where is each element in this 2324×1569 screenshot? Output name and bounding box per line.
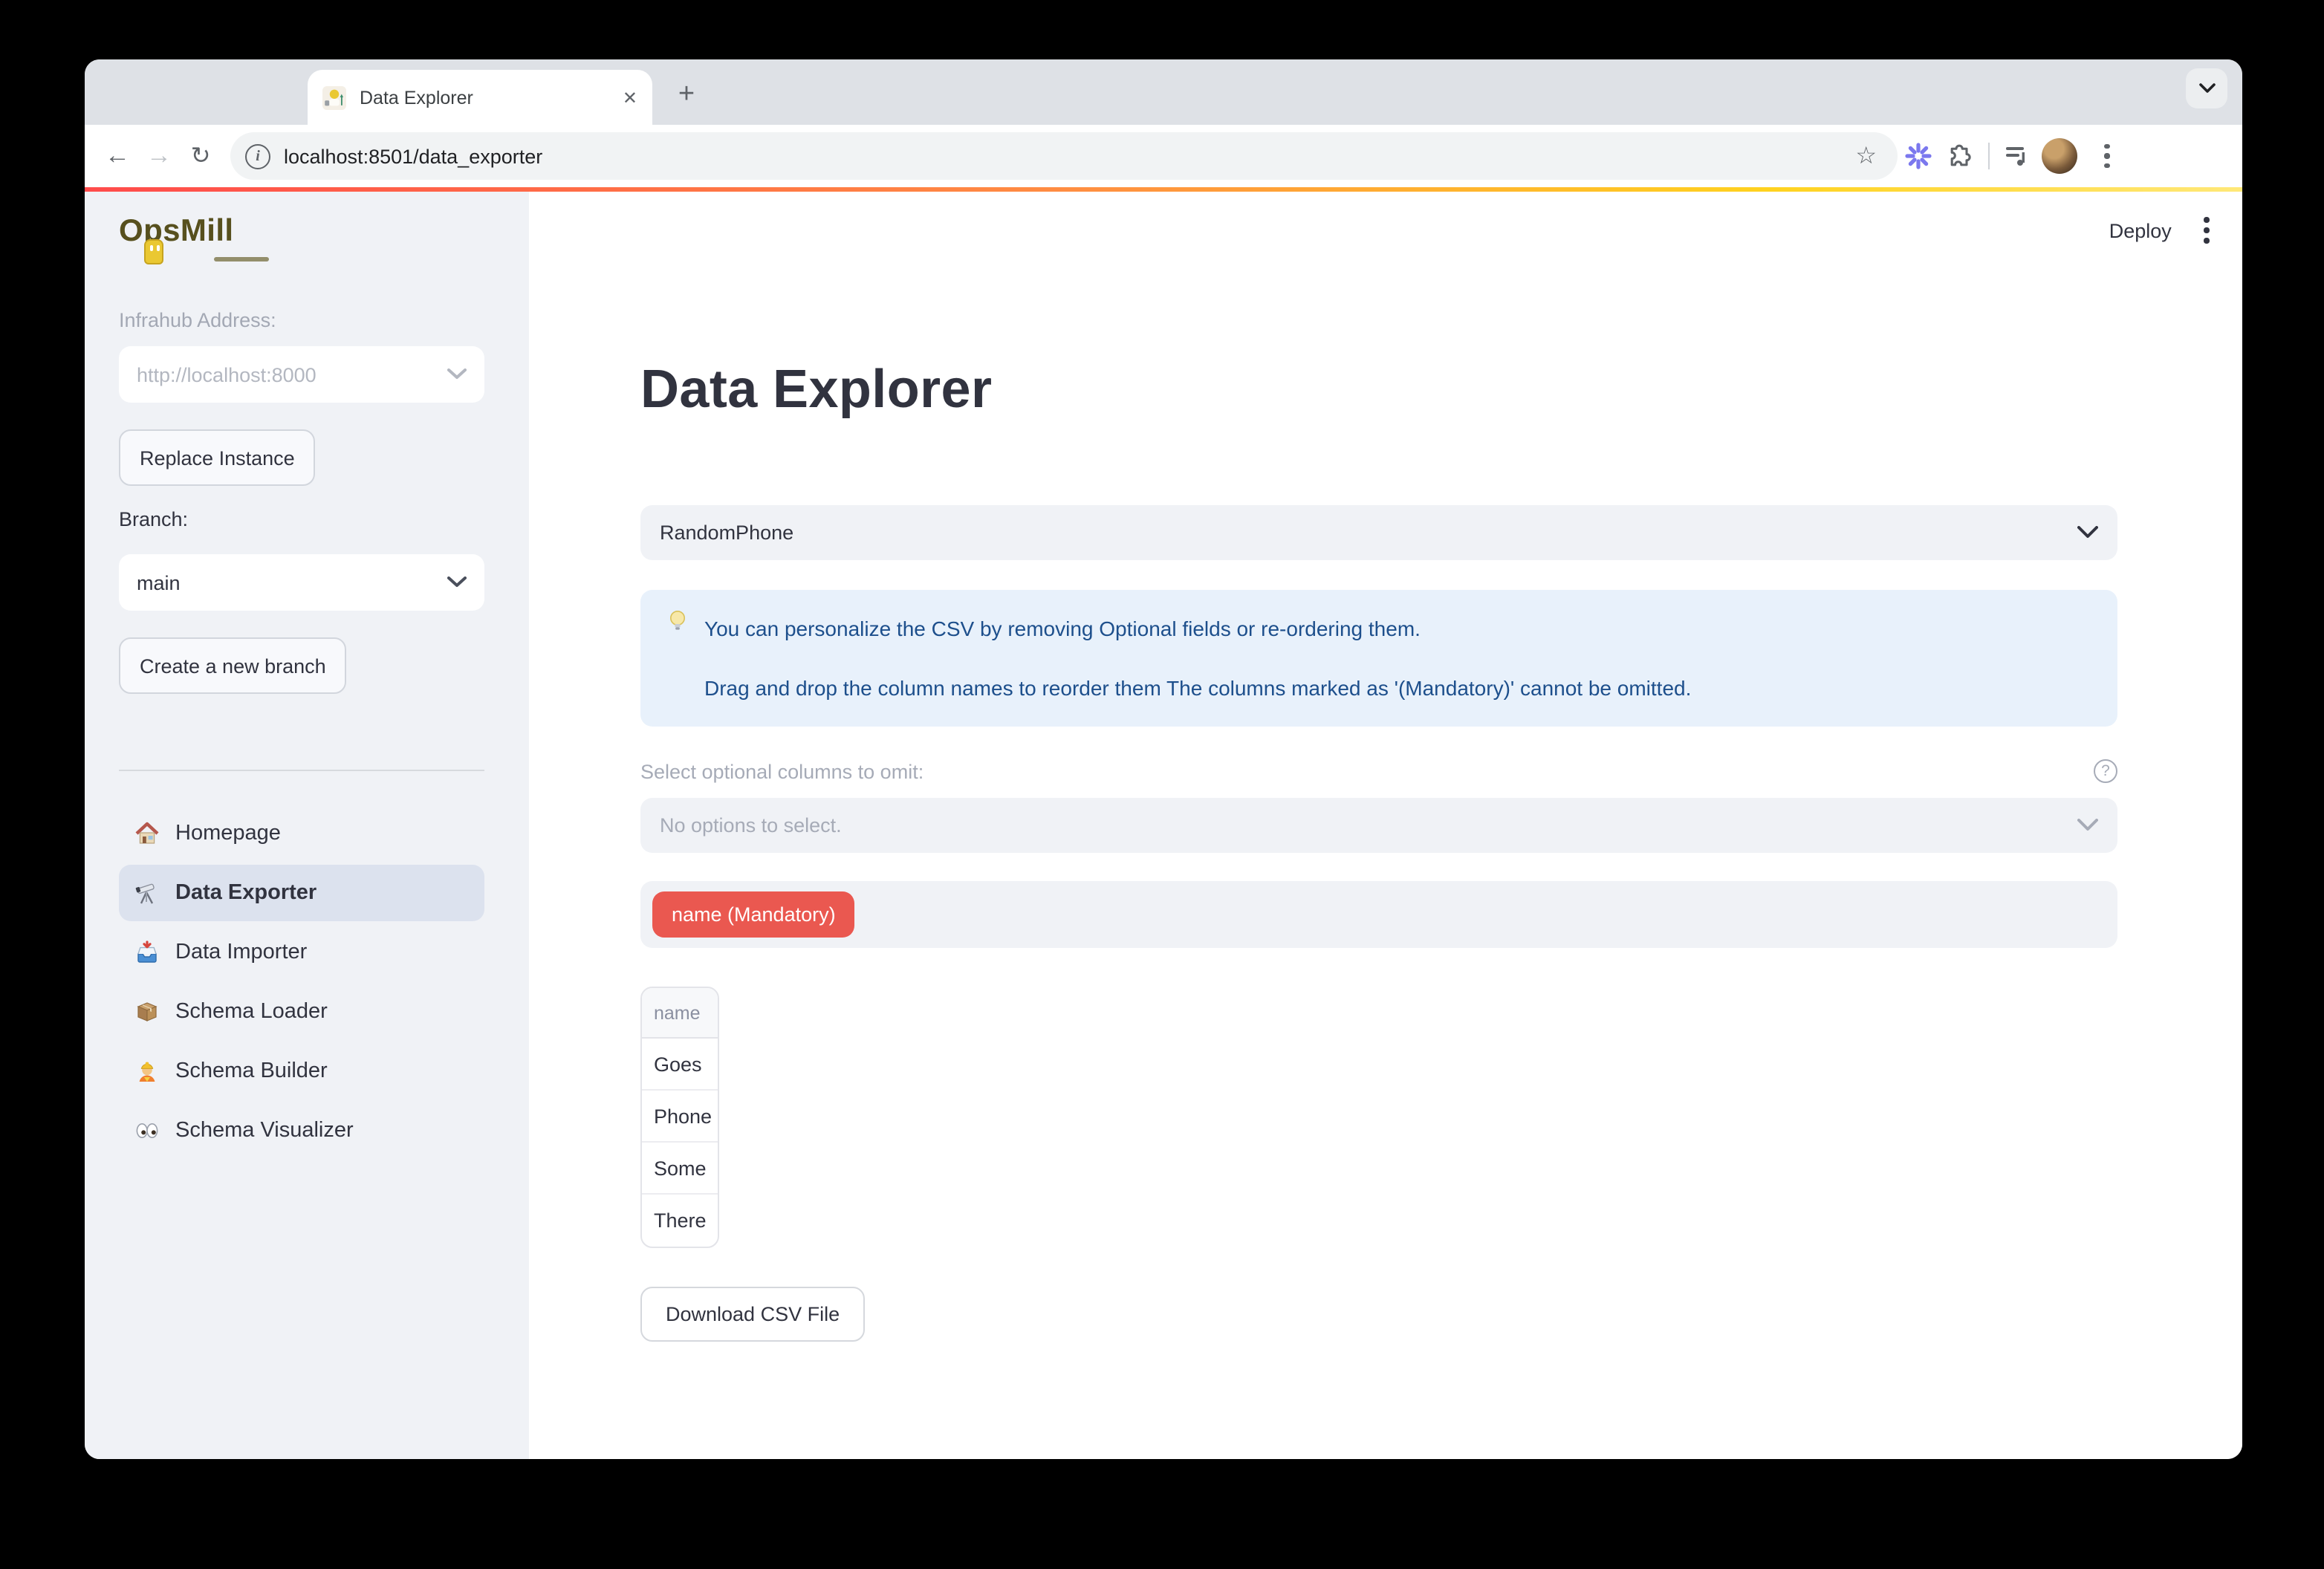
sidebar-item-data-exporter[interactable]: Data Exporter: [119, 865, 484, 921]
sidebar-item-label: Data Importer: [175, 941, 307, 964]
sidebar-item-schema-loader[interactable]: Schema Loader: [119, 984, 484, 1040]
sidebar-nav: Homepage Data Exporter: [119, 805, 484, 1159]
branch-select[interactable]: main: [119, 554, 484, 611]
infrahub-address-select[interactable]: http://localhost:8000: [119, 346, 484, 403]
avatar: [2042, 138, 2077, 174]
browser-menu-icon[interactable]: [2089, 144, 2125, 168]
table-header-name: name: [642, 988, 718, 1039]
chevron-down-icon: [2077, 526, 2098, 539]
package-icon: [135, 1000, 159, 1024]
app-content: OpsMill Infrahub Address: http://localho…: [85, 192, 2242, 1459]
info-line-1: You can personalize the CSV by removing …: [704, 614, 2094, 643]
sidebar-item-homepage[interactable]: Homepage: [119, 805, 484, 862]
reload-button[interactable]: ↻: [180, 135, 221, 177]
eyes-icon: [135, 1119, 159, 1143]
sidebar-item-data-importer[interactable]: Data Importer: [119, 924, 484, 981]
app-menu-icon[interactable]: [2204, 218, 2210, 243]
media-controls-icon[interactable]: [1997, 135, 2039, 177]
chevron-down-icon: [447, 576, 467, 588]
sidebar-item-label: Data Exporter: [175, 881, 317, 905]
bookmark-star-icon[interactable]: ☆: [1855, 141, 1877, 171]
sidebar-item-label: Homepage: [175, 822, 281, 845]
table-row: Goes: [642, 1039, 718, 1091]
omit-columns-value: No options to select.: [660, 814, 842, 837]
tab-close-icon[interactable]: ✕: [623, 87, 637, 108]
infrahub-address-value: http://localhost:8000: [137, 363, 317, 386]
tab-favicon-icon: [322, 85, 346, 109]
opsmill-logo: OpsMill: [119, 214, 234, 250]
branch-value: main: [137, 571, 181, 594]
mandatory-column-pill[interactable]: name (Mandatory): [652, 891, 855, 938]
omit-columns-select[interactable]: No options to select.: [640, 798, 2117, 853]
app-header: Deploy: [2109, 192, 2242, 269]
house-icon: [135, 822, 159, 845]
browser-window: Data Explorer ✕ + ← → ↻ i localhost:8501…: [85, 59, 2242, 1459]
create-branch-button[interactable]: Create a new branch: [119, 637, 347, 694]
browser-tab[interactable]: Data Explorer ✕: [308, 70, 652, 125]
sidebar-item-label: Schema Loader: [175, 1000, 328, 1024]
site-info-icon[interactable]: i: [245, 143, 270, 169]
telescope-icon: [135, 881, 159, 905]
preview-table: name Goes Phone Some There: [640, 987, 719, 1248]
omit-columns-label: Select optional columns to omit:: [640, 761, 924, 783]
tab-title: Data Explorer: [360, 87, 609, 108]
sidebar-item-schema-builder[interactable]: Schema Builder: [119, 1043, 484, 1099]
replace-instance-button[interactable]: Replace Instance: [119, 429, 316, 486]
table-row: Some: [642, 1143, 718, 1195]
model-select[interactable]: RandomPhone: [640, 505, 2117, 560]
extensions-puzzle-icon[interactable]: [1939, 135, 1981, 177]
deploy-button[interactable]: Deploy: [2109, 219, 2172, 241]
tab-search-button[interactable]: [2186, 68, 2227, 108]
robot-mascot-icon: [144, 239, 163, 264]
branch-label: Branch:: [119, 508, 188, 530]
new-tab-button[interactable]: +: [666, 74, 707, 116]
opsmill-logo-text: OpsMill: [119, 214, 234, 248]
help-icon[interactable]: ?: [2094, 759, 2117, 783]
download-csv-button[interactable]: Download CSV File: [640, 1287, 865, 1342]
tab-strip: Data Explorer ✕ +: [85, 59, 2242, 125]
chevron-down-icon: [2198, 83, 2215, 94]
model-select-value: RandomPhone: [660, 522, 793, 544]
sidebar-item-schema-visualizer[interactable]: Schema Visualizer: [119, 1102, 484, 1159]
sidebar: OpsMill Infrahub Address: http://localho…: [85, 192, 529, 1459]
table-row: Phone: [642, 1091, 718, 1143]
desktop: Data Explorer ✕ + ← → ↻ i localhost:8501…: [0, 0, 2324, 1569]
address-bar[interactable]: i localhost:8501/data_exporter ☆: [230, 132, 1898, 180]
url-text[interactable]: localhost:8501/data_exporter: [284, 145, 1855, 167]
sidebar-divider: [119, 770, 484, 771]
forward-button[interactable]: →: [138, 135, 180, 177]
column-pills-container: name (Mandatory): [640, 881, 2117, 948]
page-title: Data Explorer: [640, 358, 992, 420]
info-box: You can personalize the CSV by removing …: [640, 590, 2117, 727]
main-area: Deploy Data Explorer Select which model …: [529, 192, 2242, 1459]
extension-burst-icon[interactable]: [1898, 135, 1939, 177]
back-button[interactable]: ←: [97, 135, 138, 177]
toolbar-divider: [1988, 143, 1990, 169]
sidebar-item-label: Schema Builder: [175, 1059, 328, 1083]
logo-tagline: [214, 257, 269, 261]
light-bulb-icon: [666, 609, 689, 633]
inbox-tray-icon: [135, 941, 159, 964]
profile-avatar[interactable]: [2039, 135, 2080, 177]
info-line-2: Drag and drop the column names to reorde…: [704, 673, 2094, 703]
chevron-down-icon: [447, 368, 467, 380]
table-row: There: [642, 1195, 718, 1247]
browser-toolbar: ← → ↻ i localhost:8501/data_exporter ☆: [85, 125, 2242, 187]
sidebar-item-label: Schema Visualizer: [175, 1119, 354, 1143]
infrahub-address-label: Infrahub Address:: [119, 309, 276, 331]
chevron-down-icon: [2077, 819, 2098, 832]
construction-worker-icon: [135, 1059, 159, 1083]
